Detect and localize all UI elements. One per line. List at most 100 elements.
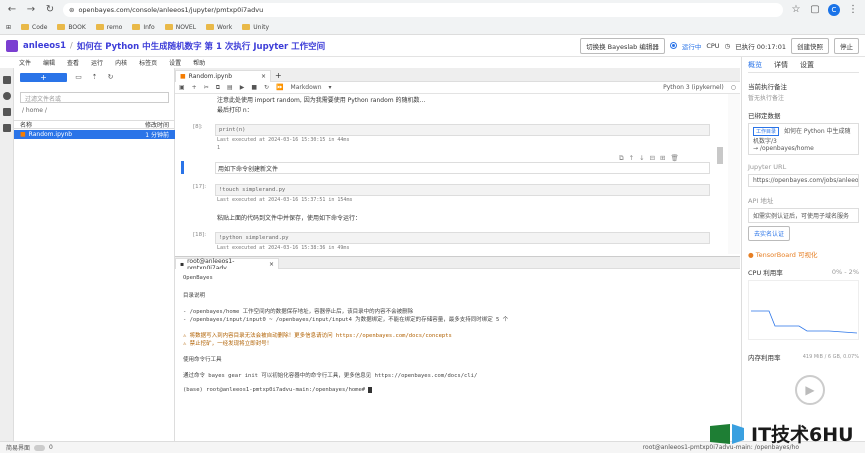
add-tab-icon[interactable]: + xyxy=(275,71,282,80)
bookmark-code[interactable]: Code xyxy=(21,24,47,31)
bookmark-unity[interactable]: Unity xyxy=(242,24,269,31)
scrollbar-thumb[interactable] xyxy=(717,147,723,164)
simple-mode-toggle[interactable] xyxy=(34,444,46,451)
restart-icon[interactable]: ↻ xyxy=(264,84,269,91)
tab-details[interactable]: 详情 xyxy=(774,60,788,70)
save-icon[interactable]: ▣ xyxy=(179,84,185,91)
bookmark-novel[interactable]: NOVEL xyxy=(164,24,196,31)
stop-icon[interactable]: ■ xyxy=(251,84,257,91)
menu-settings[interactable]: 设置 xyxy=(169,58,181,67)
add-cell-icon[interactable]: + xyxy=(192,84,197,91)
close-icon[interactable]: × xyxy=(261,73,266,80)
running-icon[interactable] xyxy=(2,92,11,100)
folder-icon[interactable] xyxy=(2,76,11,84)
cut-icon[interactable]: ✂ xyxy=(204,84,209,91)
bound-data-label: 已绑定数据 xyxy=(748,112,781,120)
code-cell[interactable]: [17]: !touch simplerand.py Last executed… xyxy=(193,184,710,204)
owner-link[interactable]: anleeos1 xyxy=(23,41,66,51)
cell-input[interactable]: print(n) xyxy=(215,124,710,136)
url-bar[interactable]: ⊜ openbayes.com/console/anleeos1/jupyter… xyxy=(63,3,783,17)
notebook-icon: ■ xyxy=(180,73,186,80)
tab-settings[interactable]: 设置 xyxy=(800,60,814,70)
back-icon[interactable]: ← xyxy=(6,4,18,16)
kernel-name[interactable]: Python 3 (ipykernel) xyxy=(663,84,724,91)
breadcrumb[interactable]: / home / xyxy=(22,107,47,114)
run-icon[interactable]: ▶ xyxy=(240,84,245,91)
chevron-down-icon[interactable]: ▾ xyxy=(329,84,332,91)
bookmark-star-icon[interactable]: ☆ xyxy=(790,4,802,16)
upload-icon[interactable]: ⇡ xyxy=(90,73,99,82)
commands-icon[interactable] xyxy=(2,108,11,116)
forward-icon[interactable]: → xyxy=(25,4,37,16)
bound-data-card[interactable]: 工作目录 如何在 Python 中生成随机数字/3 → /openbayes/h… xyxy=(748,123,859,155)
menu-kernel[interactable]: 内核 xyxy=(115,58,127,67)
extensions-icon[interactable]: ▢ xyxy=(809,4,821,16)
menu-file[interactable]: 文件 xyxy=(19,58,31,67)
menu-run[interactable]: 运行 xyxy=(91,58,103,67)
notebook-scrollbar[interactable] xyxy=(728,94,740,254)
file-filter-input[interactable]: 过滤文件名或 xyxy=(20,92,169,103)
new-launcher-button[interactable]: + xyxy=(20,73,67,82)
file-name: Random.ipynb xyxy=(28,131,73,138)
verify-button[interactable]: 去实名认证 xyxy=(748,226,791,241)
menu-icon[interactable]: ⋮ xyxy=(847,4,859,16)
running-status-icon xyxy=(669,42,677,49)
notebook-file-icon: ■ xyxy=(20,131,26,138)
terminal-warning: ⚠ 将数据写入到内容目录无法会被自动删除！更多信息请访问 https://ope… xyxy=(183,333,452,339)
new-folder-icon[interactable]: ▭ xyxy=(74,73,83,82)
fast-forward-icon[interactable]: ⏩ xyxy=(276,84,283,91)
reload-icon[interactable]: ↻ xyxy=(44,4,56,16)
profile-icon[interactable]: C xyxy=(828,4,840,16)
terminal-line: 使用命令行工具 xyxy=(183,357,222,363)
notebook-body: 注意此处使用 import random, 因为我需要使用 Python ran… xyxy=(175,94,728,254)
stop-button[interactable]: 停止 xyxy=(834,37,859,54)
terminal-line: - /openbayes/input/input0 ~ /openbayes/i… xyxy=(183,317,509,323)
play-icon[interactable]: ▶ xyxy=(795,375,825,405)
menu-edit[interactable]: 编辑 xyxy=(43,58,55,67)
api-field: 如需实例认证后，可使用子域名服务 xyxy=(748,208,859,223)
tab-random-ipynb[interactable]: ■ Random.ipynb × xyxy=(175,70,271,82)
terminal[interactable]: OpenBayes 目录说明 - /openbayes/home 工作空间内的数… xyxy=(175,269,740,441)
active-cell-indicator xyxy=(181,161,184,174)
extension-icon[interactable] xyxy=(2,124,11,132)
cell-input[interactable]: !touch simplerand.py xyxy=(215,184,710,196)
file-row[interactable]: ■ Random.ipynb 1 分钟前 xyxy=(14,130,175,139)
exec-note-label: 当前执行备注 xyxy=(748,83,787,91)
cell-type-select[interactable]: Markdown xyxy=(291,84,322,91)
tensorboard-link[interactable]: ● TensorBoard 可视化 xyxy=(748,249,859,259)
switch-editor-button[interactable]: 切换换 Bayeslab 编辑器 xyxy=(580,37,665,54)
jupyter-url-field[interactable]: https://openbayes.com/jobs/anleeo xyxy=(748,174,859,187)
col-modified[interactable]: 修改时间 xyxy=(145,120,169,129)
tensorboard-icon: ● xyxy=(748,251,754,259)
menu-help[interactable]: 帮助 xyxy=(193,58,205,67)
menu-tabs[interactable]: 标签页 xyxy=(139,58,157,67)
bookmark-book[interactable]: BOOK xyxy=(57,24,86,31)
terminal-warning: ⚠ 禁止挖矿，一经发现将立即封号！ xyxy=(183,341,273,347)
close-icon[interactable]: × xyxy=(269,261,274,268)
bookmarks-bar: ⊞ Code BOOK remo Info NOVEL Work Unity xyxy=(0,20,865,35)
bookmark-info[interactable]: Info xyxy=(132,24,155,31)
file-list-header: 名称 修改时间 xyxy=(14,120,175,129)
code-cell[interactable]: [8]: print(n) Last executed at 2024-03-1… xyxy=(193,124,710,152)
copy-icon[interactable]: ⧉ xyxy=(216,84,220,92)
markdown-cell-active[interactable]: 用如下命令创建新文件 xyxy=(215,162,710,174)
menu-view[interactable]: 查看 xyxy=(67,58,79,67)
openbayes-logo[interactable] xyxy=(6,39,18,52)
cpu-usage-line xyxy=(751,310,858,334)
terminal-line: 目录说明 xyxy=(183,293,206,299)
cell-input[interactable]: !python simplerand.py xyxy=(215,232,710,244)
apps-icon[interactable]: ⊞ xyxy=(6,24,11,31)
site-info-icon[interactable]: ⊜ xyxy=(69,6,74,14)
paste-icon[interactable]: ▤ xyxy=(227,84,233,91)
bookmark-remo[interactable]: remo xyxy=(95,24,122,31)
cell-prompt: [8]: xyxy=(193,124,203,130)
col-name[interactable]: 名称 xyxy=(20,120,32,129)
code-cell[interactable]: [18]: !python simplerand.py Last execute… xyxy=(193,232,710,252)
markdown-text[interactable]: 最后打印 n： xyxy=(215,104,710,115)
refresh-icon[interactable]: ↻ xyxy=(106,73,115,82)
tab-overview[interactable]: 概览 xyxy=(748,60,762,70)
create-snapshot-button[interactable]: 创建快照 xyxy=(791,37,829,54)
markdown-text[interactable]: 粘贴上面的代码到文件中并保存，使用如下命令运行： xyxy=(215,212,710,223)
bookmark-work[interactable]: Work xyxy=(206,24,232,31)
